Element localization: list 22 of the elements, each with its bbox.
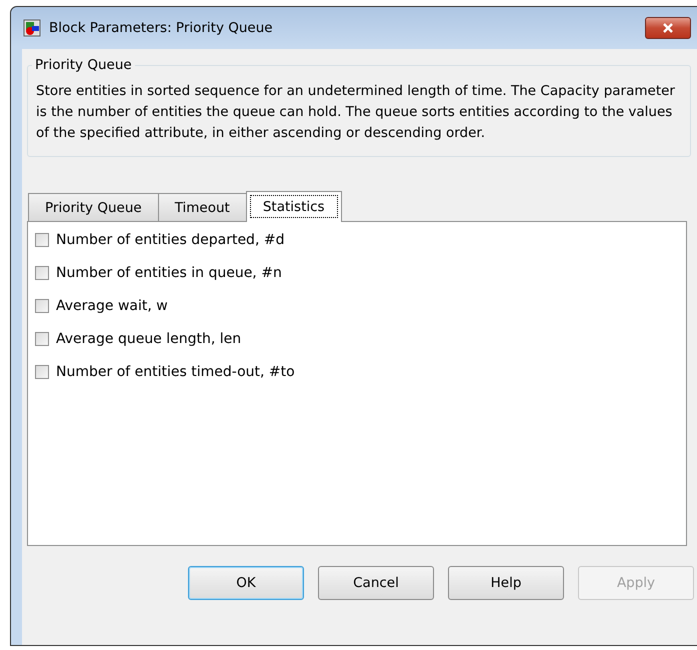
block-diagram-icon (23, 19, 41, 37)
checkbox-label: Average queue length, len (56, 331, 242, 347)
checkbox[interactable] (35, 365, 49, 379)
close-icon (662, 23, 674, 33)
tab[interactable]: Statistics (246, 191, 342, 222)
checkbox[interactable] (35, 299, 49, 313)
checkbox[interactable] (35, 266, 49, 280)
checkbox[interactable] (35, 233, 49, 247)
dialog-button[interactable]: OK (188, 566, 304, 600)
group-title: Priority Queue (34, 57, 133, 73)
checkbox-label: Number of entities timed-out, #to (56, 364, 295, 380)
checkbox-label: Number of entities in queue, #n (56, 265, 282, 281)
dialog-button[interactable]: Cancel (318, 566, 434, 600)
tab[interactable]: Timeout (158, 193, 247, 221)
tab[interactable]: Priority Queue (28, 193, 159, 221)
checkbox-label: Average wait, w (56, 298, 168, 314)
description-text: Store entities in sorted sequence for an undetermined length of time. The Capacity parameter is the number of entities the queue can hold. The queue sorts entities according to the values of the specified attribute, in either ascending or descending order. (36, 82, 676, 143)
window-title: Block Parameters: Priority Queue (49, 20, 274, 36)
checkbox[interactable] (35, 332, 49, 346)
dialog-button[interactable]: Help (448, 566, 564, 600)
checkbox-label: Number of entities departed, #d (56, 232, 284, 248)
close-button[interactable] (645, 17, 691, 39)
